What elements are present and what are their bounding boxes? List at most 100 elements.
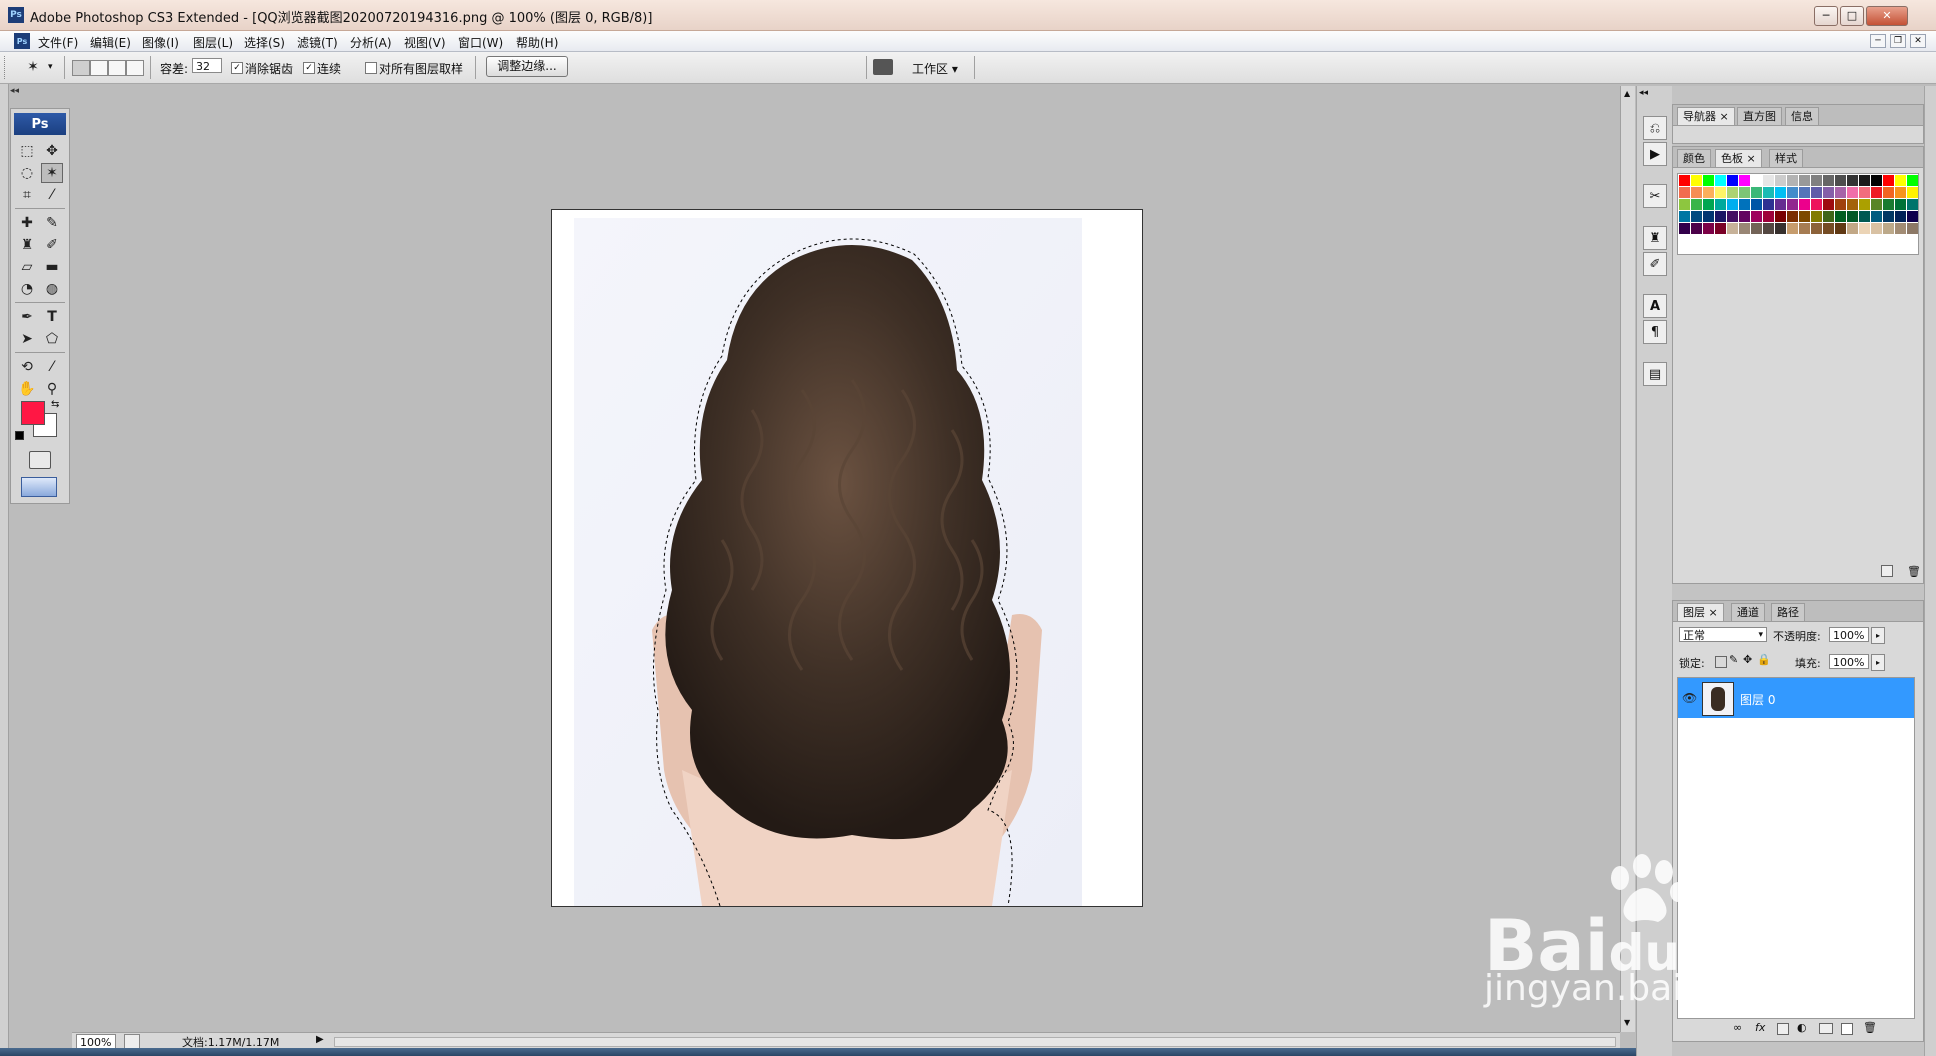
- color-swatch[interactable]: [1883, 175, 1894, 186]
- color-swatch[interactable]: [1811, 223, 1822, 234]
- color-swatch[interactable]: [1739, 223, 1750, 234]
- color-swatch[interactable]: [1847, 187, 1858, 198]
- color-swatch[interactable]: [1703, 175, 1714, 186]
- color-swatch[interactable]: [1691, 223, 1702, 234]
- color-swatch[interactable]: [1847, 211, 1858, 222]
- doc-close-button[interactable]: ✕: [1910, 34, 1926, 48]
- color-swatch[interactable]: [1799, 187, 1810, 198]
- hand-tool-icon[interactable]: ✋: [16, 379, 38, 399]
- color-swatch[interactable]: [1727, 211, 1738, 222]
- color-swatch[interactable]: [1715, 199, 1726, 210]
- menu-file[interactable]: 文件(F): [38, 34, 78, 51]
- menu-filter[interactable]: 滤镜(T): [297, 34, 338, 51]
- eyedropper-tool-icon[interactable]: ⁄: [41, 357, 63, 377]
- opacity-slider-arrow-icon[interactable]: ▸: [1871, 627, 1885, 644]
- color-swatch[interactable]: [1727, 187, 1738, 198]
- color-swatch[interactable]: [1871, 211, 1882, 222]
- refine-edge-button[interactable]: 调整边缘...: [486, 56, 568, 77]
- foreground-color-swatch[interactable]: [21, 401, 45, 425]
- tab-channels[interactable]: 通道: [1731, 603, 1765, 621]
- adjustment-layer-icon[interactable]: ◐: [1797, 1021, 1807, 1034]
- magic-wand-preset-icon[interactable]: ✶: [22, 57, 44, 77]
- link-layers-icon[interactable]: ∞: [1733, 1021, 1742, 1034]
- minimize-button[interactable]: ─: [1814, 6, 1838, 26]
- tab-layers[interactable]: 图层 ×: [1677, 603, 1724, 621]
- move-tool-icon[interactable]: ✥: [41, 141, 63, 161]
- history-brush-icon[interactable]: ✐: [41, 235, 63, 255]
- paragraph-panel-icon[interactable]: ¶: [1643, 320, 1667, 344]
- color-swatch[interactable]: [1907, 187, 1918, 198]
- color-swatch[interactable]: [1679, 187, 1690, 198]
- clone-stamp-icon[interactable]: ♜: [16, 235, 38, 255]
- scroll-down-icon[interactable]: ▼: [1624, 1018, 1630, 1027]
- color-swatch[interactable]: [1787, 223, 1798, 234]
- collapse-toolbox-icon[interactable]: ◂◂: [10, 86, 19, 96]
- slice-tool-icon[interactable]: ⁄: [41, 185, 63, 205]
- color-swatch[interactable]: [1751, 187, 1762, 198]
- color-swatch[interactable]: [1691, 175, 1702, 186]
- color-swatch[interactable]: [1823, 211, 1834, 222]
- add-to-selection-icon[interactable]: [90, 60, 108, 76]
- swap-colors-icon[interactable]: ⇆: [51, 399, 59, 410]
- shape-tool-icon[interactable]: ⬠: [41, 329, 63, 349]
- color-swatch[interactable]: [1763, 187, 1774, 198]
- color-swatch[interactable]: [1823, 199, 1834, 210]
- color-swatch[interactable]: [1787, 175, 1798, 186]
- brush-tool-icon[interactable]: ✎: [41, 213, 63, 233]
- color-swatch[interactable]: [1787, 187, 1798, 198]
- zoom-tool-icon[interactable]: ⚲: [41, 379, 63, 399]
- color-swatch[interactable]: [1871, 187, 1882, 198]
- color-swatch[interactable]: [1883, 223, 1894, 234]
- color-swatch[interactable]: [1799, 211, 1810, 222]
- color-swatch[interactable]: [1895, 223, 1906, 234]
- tab-histogram[interactable]: 直方图: [1737, 107, 1782, 125]
- eraser-tool-icon[interactable]: ▱: [16, 257, 38, 277]
- contiguous-checkbox[interactable]: ✓: [303, 62, 315, 74]
- delete-layer-icon[interactable]: 🗑: [1863, 1021, 1877, 1034]
- color-swatch[interactable]: [1871, 223, 1882, 234]
- color-swatch[interactable]: [1823, 175, 1834, 186]
- color-swatch[interactable]: [1847, 223, 1858, 234]
- color-swatch[interactable]: [1883, 199, 1894, 210]
- lock-transparent-icon[interactable]: [1715, 656, 1727, 668]
- color-swatch[interactable]: [1895, 187, 1906, 198]
- menu-select[interactable]: 选择(S): [244, 34, 285, 51]
- document-icon[interactable]: Ps: [14, 33, 30, 49]
- menu-edit[interactable]: 编辑(E): [90, 34, 131, 51]
- pen-tool-icon[interactable]: ✒: [16, 307, 38, 327]
- color-swatch[interactable]: [1811, 187, 1822, 198]
- lock-image-icon[interactable]: ✎: [1729, 653, 1738, 666]
- color-swatch[interactable]: [1811, 211, 1822, 222]
- color-swatch[interactable]: [1847, 175, 1858, 186]
- color-swatch[interactable]: [1859, 199, 1870, 210]
- color-swatch[interactable]: [1835, 187, 1846, 198]
- color-swatch[interactable]: [1679, 211, 1690, 222]
- color-swatch[interactable]: [1703, 187, 1714, 198]
- color-swatch[interactable]: [1859, 187, 1870, 198]
- quick-mask-icon[interactable]: [29, 451, 51, 469]
- color-swatch[interactable]: [1835, 199, 1846, 210]
- color-swatch[interactable]: [1703, 223, 1714, 234]
- color-swatch[interactable]: [1895, 211, 1906, 222]
- maximize-button[interactable]: □: [1840, 6, 1864, 26]
- rectangular-marquee-icon[interactable]: ⬚: [16, 141, 38, 161]
- layer-comps-icon[interactable]: ▤: [1643, 362, 1667, 386]
- color-swatch[interactable]: [1907, 199, 1918, 210]
- color-swatch[interactable]: [1907, 223, 1918, 234]
- new-group-icon[interactable]: [1819, 1023, 1833, 1034]
- color-swatch[interactable]: [1739, 187, 1750, 198]
- tab-paths[interactable]: 路径: [1771, 603, 1805, 621]
- color-swatch[interactable]: [1799, 223, 1810, 234]
- new-swatch-icon[interactable]: [1881, 565, 1893, 577]
- tool-presets-icon[interactable]: ✂: [1643, 184, 1667, 208]
- color-swatch[interactable]: [1691, 199, 1702, 210]
- color-swatch[interactable]: [1799, 199, 1810, 210]
- brushes-panel-icon[interactable]: ✐: [1643, 252, 1667, 276]
- status-info-icon[interactable]: [124, 1034, 140, 1049]
- color-swatch[interactable]: [1799, 175, 1810, 186]
- horizontal-scrollbar[interactable]: [334, 1037, 1616, 1047]
- color-swatch[interactable]: [1751, 211, 1762, 222]
- doc-minimize-button[interactable]: ─: [1870, 34, 1886, 48]
- color-swatch[interactable]: [1871, 175, 1882, 186]
- 3d-rotate-icon[interactable]: ⟲: [16, 357, 38, 377]
